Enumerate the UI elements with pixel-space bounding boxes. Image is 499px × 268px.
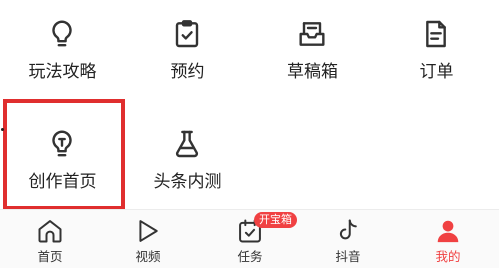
service-label: 玩法攻略 xyxy=(28,62,97,81)
task-badge: 开宝箱 xyxy=(254,212,297,228)
nav-douyin[interactable]: 抖音 xyxy=(298,210,398,268)
service-beta-test[interactable]: 头条内测 xyxy=(125,128,250,218)
draft-box-icon xyxy=(296,18,328,50)
service-label: 预约 xyxy=(170,62,205,81)
lightbulb-icon xyxy=(46,18,78,50)
flask-icon xyxy=(171,128,203,160)
home-icon xyxy=(36,217,64,245)
nav-video[interactable]: 视频 xyxy=(98,210,198,268)
nav-label: 抖音 xyxy=(335,250,361,264)
profile-icon xyxy=(434,217,462,245)
profile-services-page: 玩法攻略 预约 草稿箱 订单 创作首页 头条内测 首页 视频 任务 抖音 我的 … xyxy=(0,0,499,268)
service-reservation[interactable]: 预约 xyxy=(125,18,250,108)
service-label: 订单 xyxy=(419,62,454,81)
highlight-box xyxy=(3,99,125,210)
edge-dot xyxy=(1,128,4,131)
nav-label: 视频 xyxy=(135,250,161,264)
nav-label: 任务 xyxy=(237,250,263,264)
service-label: 草稿箱 xyxy=(287,62,338,81)
service-label: 头条内测 xyxy=(153,172,222,191)
nav-label: 我的 xyxy=(435,250,461,264)
order-document-icon xyxy=(420,18,452,50)
clipboard-check-icon xyxy=(171,18,203,50)
play-icon xyxy=(134,217,162,245)
service-drafts[interactable]: 草稿箱 xyxy=(250,18,375,108)
service-orders[interactable]: 订单 xyxy=(374,18,499,108)
service-strategy[interactable]: 玩法攻略 xyxy=(0,18,125,108)
nav-label: 首页 xyxy=(37,250,63,264)
nav-me[interactable]: 我的 xyxy=(398,210,498,268)
nav-home[interactable]: 首页 xyxy=(0,210,100,268)
bottom-nav: 首页 视频 任务 抖音 我的 xyxy=(0,209,499,268)
douyin-icon xyxy=(334,217,362,245)
